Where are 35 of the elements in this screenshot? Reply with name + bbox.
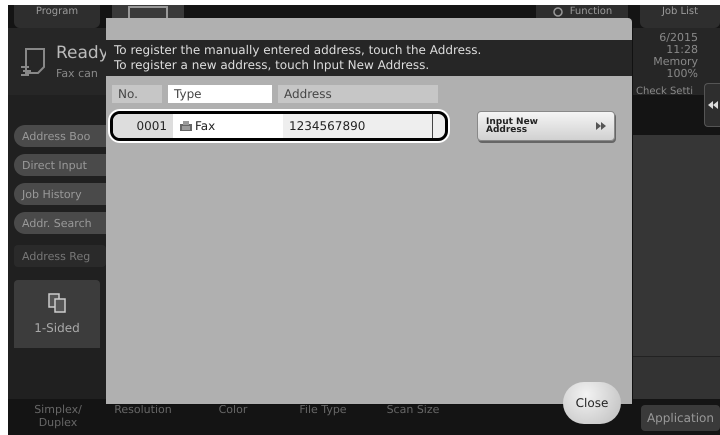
fax-icon <box>179 120 193 132</box>
double-arrow-icon <box>596 122 606 130</box>
status-title: Ready <box>56 43 109 63</box>
column-header[interactable]: No. <box>112 85 162 103</box>
column-header[interactable]: Address <box>278 85 438 103</box>
memory-value: 100% <box>666 68 698 80</box>
fax-document-icon <box>20 46 46 76</box>
address-row[interactable]: 0001 Fax 1234567890 <box>110 111 448 141</box>
sidebar-item[interactable]: Addr. Search <box>14 212 106 234</box>
status-subtitle: Fax can <box>56 67 99 80</box>
function-label: File Type <box>298 403 348 416</box>
double-arrow-icon <box>708 101 718 109</box>
column-header[interactable]: Type <box>168 85 272 103</box>
sidebar-item[interactable]: Direct Input <box>14 154 106 176</box>
application-button[interactable]: Application <box>640 405 720 431</box>
check-settings-text: Check Setti <box>636 86 694 98</box>
memory-label: Memory <box>653 56 698 68</box>
top-tab[interactable]: Program <box>14 5 100 28</box>
time-text: 11:28 <box>666 44 698 56</box>
sidebar-item[interactable]: Address Reg <box>14 245 106 267</box>
function-label: Scan Size <box>386 403 440 416</box>
pages-icon <box>48 293 66 313</box>
top-tab[interactable]: Job List <box>640 5 720 28</box>
function-label: Color <box>218 403 248 416</box>
expand-button[interactable] <box>704 83 720 127</box>
function-label: Resolution <box>113 403 173 416</box>
sidebar-item[interactable]: Job History <box>14 183 106 205</box>
instruction-text: To register the manually entered address, touch the Address. <box>114 43 482 58</box>
search-icon <box>552 6 564 18</box>
function-label: Simplex/ Duplex <box>33 403 83 429</box>
instruction-text: To register a new address, touch Input New Address. <box>114 58 430 73</box>
input-new-address-button[interactable]: Input New Address <box>477 111 615 141</box>
date-text: 6/2015 <box>659 32 698 44</box>
sidebar-item[interactable]: Address Boo <box>14 125 106 147</box>
simplex-tile[interactable]: 1-Sided <box>14 280 100 348</box>
